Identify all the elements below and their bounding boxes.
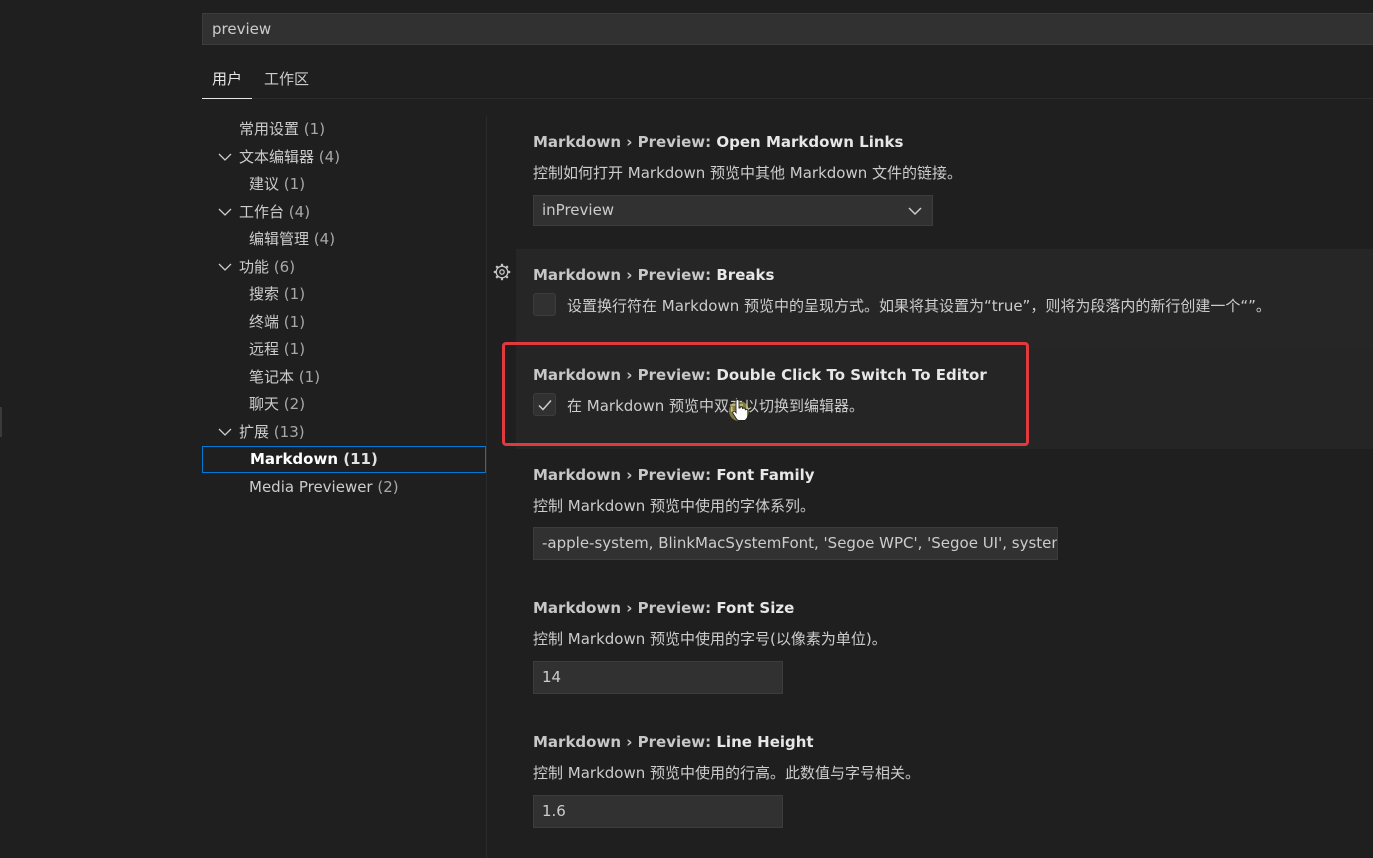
toc-item-notebook[interactable]: 笔记本 (1) [202,364,486,391]
setting-description: 控制 Markdown 预览中使用的字号(以像素为单位)。 [533,630,887,648]
setting-description: 设置换行符在 Markdown 预览中的呈现方式。如果将其设置为“true”，则… [567,297,1271,315]
setting-title-breaks: Markdown › Preview: Breaks [533,266,774,284]
font-family-input[interactable]: -apple-system, BlinkMacSystemFont, 'Sego… [533,527,1058,560]
setting-title-open-links: Markdown › Preview: Open Markdown Links [533,133,903,151]
toc-divider [486,116,487,858]
breaks-checkbox[interactable] [533,293,556,316]
search-input[interactable] [212,20,1364,38]
toc-item-editor-management[interactable]: 编辑管理 (4) [202,226,486,253]
toc-item-text-editor[interactable]: 文本编辑器 (4) [202,144,486,171]
toc-item-terminal[interactable]: 终端 (1) [202,309,486,336]
setting-category: Markdown › Preview: [533,599,717,617]
select-value: inPreview [542,201,615,219]
toc-item-label: 功能 [239,258,270,276]
toc-item-label: 编辑管理 [249,230,310,248]
toc-item-count: (2) [377,478,399,496]
toc-item-search[interactable]: 搜索 (1) [202,281,486,308]
toc-item-label: 聊天 [249,395,280,413]
setting-category: Markdown › Preview: [533,466,717,484]
setting-category: Markdown › Preview: [533,733,717,751]
toc-item-media-previewer[interactable]: Media Previewer (2) [202,474,486,501]
setting-description: 控制 Markdown 预览中使用的字体系列。 [533,497,815,515]
toc-item-label: 文本编辑器 [239,148,315,166]
toc-item-count: (6) [273,258,296,276]
setting-description: 控制 Markdown 预览中使用的行高。此数值与字号相关。 [533,764,920,782]
activity-bar-edge [0,407,2,437]
toc-item-label: 远程 [249,340,280,358]
setting-key: Breaks [716,266,775,284]
font-size-input[interactable]: 14 [533,661,783,694]
toc-item-label: 建议 [249,175,280,193]
toc-item-label: 终端 [249,313,280,331]
toc-item-count: (1) [283,175,306,193]
setting-title-font-family: Markdown › Preview: Font Family [533,466,815,484]
toc-item-common[interactable]: 常用设置 (1) [202,116,486,143]
toc-item-label: Media Previewer [249,478,373,496]
chevron-down-icon [908,207,922,216]
toc-item-label: 工作台 [239,203,285,221]
toc-item-label: Markdown [250,450,339,468]
toc-item-extensions[interactable]: 扩展 (13) [202,419,486,446]
toc-item-count: (2) [283,395,306,413]
toc-item-label: 扩展 [239,423,270,441]
toc-item-count: (4) [288,203,311,221]
line-height-input[interactable]: 1.6 [533,795,783,828]
chevron-down-icon [218,153,232,161]
setting-description: 控制如何打开 Markdown 预览中其他 Markdown 文件的链接。 [533,164,962,182]
setting-category: Markdown › Preview: [533,266,717,284]
highlight-box [502,342,1029,446]
toc-item-count: (1) [283,340,306,358]
toc-item-markdown[interactable]: Markdown (11) [202,446,486,473]
setting-category: Markdown › Preview: [533,133,717,151]
toc-item-remote[interactable]: 远程 (1) [202,336,486,363]
open-links-select[interactable]: inPreview [533,195,933,226]
toc-item-count: (1) [283,285,306,303]
setting-title-font-size: Markdown › Preview: Font Size [533,599,794,617]
search-settings-box[interactable] [202,13,1373,45]
setting-title-line-height: Markdown › Preview: Line Height [533,733,814,751]
toc-item-count: (11) [343,450,378,468]
toc-item-features[interactable]: 功能 (6) [202,254,486,281]
toc-item-count: (4) [313,230,336,248]
chevron-down-icon [218,263,232,271]
scope-tabs: 用户 工作区 [202,60,1373,99]
tab-user[interactable]: 用户 [202,60,253,99]
toc-item-count: (1) [298,368,321,386]
toc-item-label: 搜索 [249,285,280,303]
tab-workspace[interactable]: 工作区 [264,60,309,99]
setting-key: Font Family [716,466,815,484]
gear-icon[interactable] [493,263,511,281]
toc-item-label: 笔记本 [249,368,295,386]
toc-item-suggestions[interactable]: 建议 (1) [202,171,486,198]
toc-item-chat[interactable]: 聊天 (2) [202,391,486,418]
hand-cursor-icon [729,399,749,421]
chevron-down-icon [218,208,232,216]
toc-item-count: (4) [318,148,341,166]
toc-item-label: 常用设置 [239,120,300,138]
setting-key: Line Height [716,733,814,751]
toc-item-count: (13) [273,423,305,441]
toc-item-count: (1) [303,120,326,138]
setting-key: Open Markdown Links [716,133,904,151]
chevron-down-icon [218,428,232,436]
setting-key: Font Size [716,599,795,617]
toc-item-count: (1) [283,313,306,331]
toc-item-workbench[interactable]: 工作台 (4) [202,199,486,226]
